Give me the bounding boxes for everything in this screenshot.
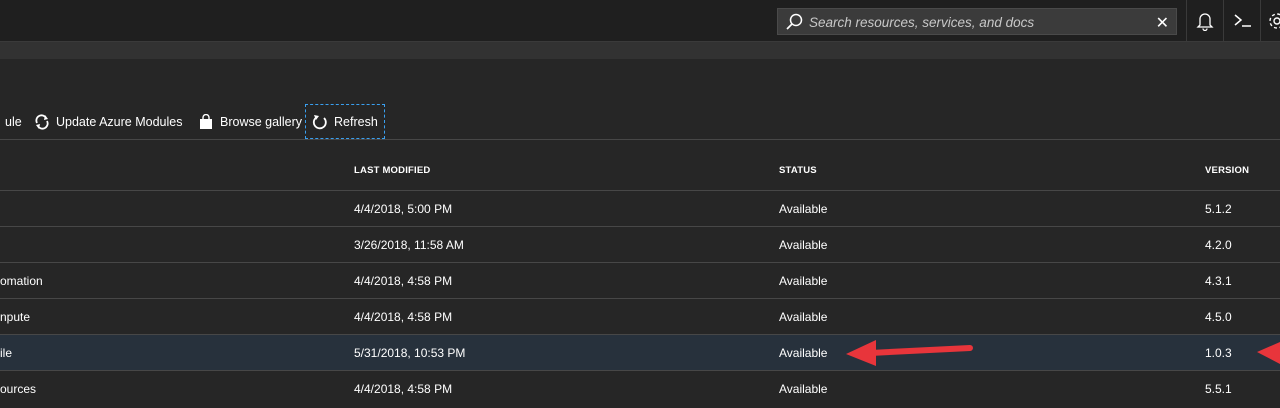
toolbar-divider [0,139,1280,140]
sync-icon [35,113,49,130]
annotation-arrow-status [846,340,973,366]
status-cell: Available [779,274,828,288]
top-bar: Search resources, services, and docs ✕ [0,0,1280,42]
last-modified-cell: 5/31/2018, 10:53 PM [354,346,466,360]
module-name: ources [0,382,37,396]
browse-gallery-button[interactable]: Browse gallery [192,104,308,139]
version-cell: 5.1.2 [1205,202,1232,216]
cloud-shell-icon [1234,14,1251,27]
last-modified-cell: 4/4/2018, 5:00 PM [354,202,453,216]
update-azure-modules-button[interactable]: Update Azure Modules [28,104,188,139]
status-cell: Available [779,202,828,216]
module-name: omation [0,274,43,288]
breadcrumb-strip [0,42,1280,59]
update-azure-modules-label: Update Azure Modules [56,114,183,129]
table-row[interactable]: npute 4/4/2018, 4:58 PM Available 4.5.0 [0,298,1280,334]
modules-table: 4/4/2018, 5:00 PM Available 5.1.2 3/26/2… [0,190,1280,406]
refresh-label: Refresh [334,114,378,129]
status-cell: Available [779,382,828,396]
settings-button[interactable] [1260,0,1280,42]
column-header-status[interactable]: STATUS [779,165,817,176]
annotation-arrow-version [1257,342,1280,364]
add-module-button[interactable]: ule [0,104,28,139]
refresh-icon [312,114,327,129]
cloud-shell-button[interactable] [1223,0,1259,42]
shopping-bag-icon [200,113,212,129]
command-toolbar: ule Update Azure Modules Browse gallery … [0,104,1280,140]
version-cell: 4.5.0 [1205,310,1232,324]
module-name: npute [0,310,31,324]
add-module-label: ule [5,114,22,129]
version-cell: 1.0.3 [1205,346,1232,360]
last-modified-cell: 4/4/2018, 4:58 PM [354,274,453,288]
search-icon [786,13,803,30]
close-icon[interactable]: ✕ [1156,13,1169,33]
column-header-version[interactable]: VERSION [1205,165,1249,176]
settings-gear-icon [1269,13,1280,29]
search-input[interactable]: Search resources, services, and docs [809,15,1034,30]
table-row[interactable]: omation 4/4/2018, 4:58 PM Available 4.3.… [0,262,1280,298]
last-modified-cell: 4/4/2018, 4:58 PM [354,310,453,324]
last-modified-cell: 3/26/2018, 11:58 AM [354,238,464,252]
table-row[interactable]: 3/26/2018, 11:58 AM Available 4.2.0 [0,226,1280,262]
table-row[interactable]: ources 4/4/2018, 4:58 PM Available 5.5.1 [0,370,1280,406]
notifications-button[interactable] [1186,0,1222,42]
search-box[interactable]: Search resources, services, and docs ✕ [777,8,1177,35]
table-row[interactable]: 4/4/2018, 5:00 PM Available 5.1.2 [0,190,1280,226]
notifications-bell-icon [1196,13,1214,31]
refresh-button[interactable]: Refresh [305,104,385,139]
last-modified-cell: 4/4/2018, 4:58 PM [354,382,453,396]
browse-gallery-label: Browse gallery [220,114,302,129]
table-row-selected[interactable]: ile 5/31/2018, 10:53 PM Available 1.0.3 [0,334,1280,370]
module-name: ile [0,346,13,360]
column-header-last-modified[interactable]: LAST MODIFIED [354,165,431,176]
version-cell: 5.5.1 [1205,382,1232,396]
status-cell: Available [779,310,828,324]
status-cell: Available [779,346,828,360]
version-cell: 4.3.1 [1205,274,1232,288]
status-cell: Available [779,238,828,252]
version-cell: 4.2.0 [1205,238,1232,252]
